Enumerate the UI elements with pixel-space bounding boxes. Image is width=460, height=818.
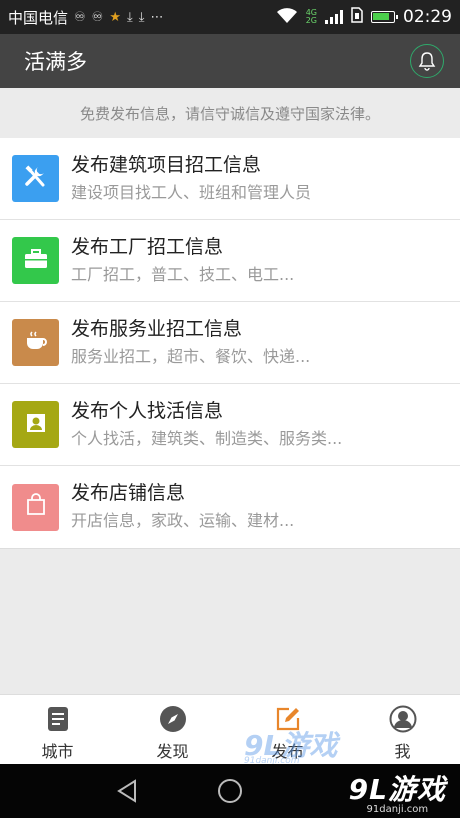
coffee-cup-icon [23, 330, 49, 356]
list-item[interactable]: 发布工厂招工信息 工厂招工，普工、技工、电工... [0, 220, 460, 302]
list-item[interactable]: 发布个人找活信息 个人找活，建筑类、制造类、服务类... [0, 384, 460, 466]
item-title: 发布建筑项目招工信息 [71, 153, 262, 176]
system-nav-bar: 9L游戏 91danji.com [0, 764, 460, 818]
item-subtitle: 建设项目找工人、班组和管理人员 [71, 182, 312, 202]
notice-banner: 免费发布信息，请信守诚信及遵守国家法律。 [79, 104, 380, 123]
brand-logo: 9L游戏 91danji.com [348, 773, 446, 815]
download-icon: ⤓ [138, 9, 145, 25]
shopping-bag-icon [24, 493, 48, 521]
item-title: 发布服务业招工信息 [71, 317, 243, 340]
wifi-icon [276, 7, 298, 27]
bell-icon[interactable] [410, 44, 444, 78]
app-bar: 活满多 [0, 34, 460, 88]
item-subtitle: 工厂招工，普工、技工、电工... [71, 264, 295, 284]
tile-icon [12, 483, 59, 531]
carrier-label: 中国电信 [8, 8, 69, 27]
tab-label: 发布 [271, 742, 304, 761]
tile-icon [12, 319, 59, 366]
tab-label: 我 [394, 742, 411, 761]
briefcase-icon [23, 248, 49, 274]
tile-icon [12, 401, 59, 448]
document-icon [43, 704, 73, 734]
list-item[interactable]: 发布店铺信息 开店信息，家政、运输、建材... [0, 466, 460, 548]
item-subtitle: 个人找活，建筑类、制造类、服务类... [71, 428, 343, 448]
battery-icon [371, 11, 398, 23]
home-icon[interactable] [217, 778, 243, 804]
item-subtitle: 开店信息，家政、运输、建材... [71, 511, 295, 530]
tab-discover[interactable]: 发现 [115, 695, 230, 764]
app-title: 活满多 [24, 50, 87, 74]
tile-icon [12, 155, 59, 202]
list-item[interactable]: 发布建筑项目招工信息 建设项目找工人、班组和管理人员 [0, 138, 460, 220]
star-icon: ★ [109, 9, 121, 25]
more-icon: ⋯ [150, 9, 164, 25]
item-title: 发布个人找活信息 [71, 399, 224, 422]
tile-icon [12, 237, 59, 284]
network-type: 4G 2G [305, 8, 317, 25]
item-title: 发布工厂招工信息 [71, 235, 224, 258]
person-icon [24, 411, 48, 439]
download-icon: ⤓ [126, 9, 133, 25]
signal-icon [325, 10, 343, 24]
tab-city[interactable]: 城市 [0, 695, 115, 764]
notification-icon: ♾ [74, 9, 86, 25]
notification-icon: ♾ [91, 9, 104, 25]
edit-icon [273, 704, 303, 734]
sim-icon [351, 7, 363, 27]
tools-icon [23, 164, 49, 194]
list-item[interactable]: 发布服务业招工信息 服务业招工，超市、餐饮、快递... [0, 302, 460, 384]
item-subtitle: 服务业招工，超市、餐饮、快递... [71, 346, 311, 366]
back-icon[interactable] [114, 778, 140, 804]
user-icon [388, 704, 418, 734]
tab-me[interactable]: 我 [345, 695, 460, 764]
tab-label: 城市 [41, 742, 74, 761]
status-bar: 中国电信 ♾ ♾ ★ ⤓ ⤓ ⋯ 4G 2G 02:29 [0, 0, 460, 34]
tab-label: 发现 [156, 742, 189, 761]
clock: 02:29 [403, 7, 452, 27]
bottom-tab-bar: 城市 发现 发布 我 [0, 694, 460, 764]
compass-icon [158, 704, 188, 734]
publish-list: 发布建筑项目招工信息 建设项目找工人、班组和管理人员 发布工厂招工信息 工厂招工… [0, 138, 460, 549]
tab-publish[interactable]: 发布 [230, 695, 345, 764]
item-title: 发布店铺信息 [71, 482, 186, 504]
